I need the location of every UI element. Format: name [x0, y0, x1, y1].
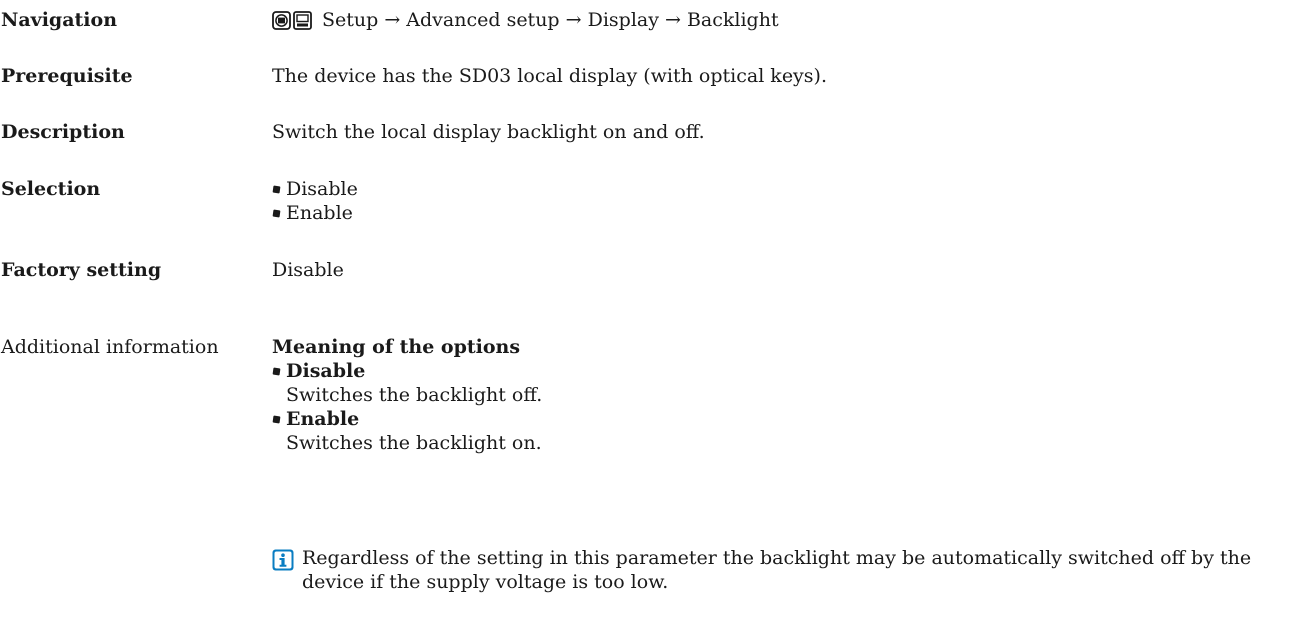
display-operation-icon [272, 11, 291, 30]
additional-information-label: Additional information [1, 336, 219, 358]
option-meaning-item: Disable Switches the backlight off. [272, 359, 542, 407]
factory-setting-value: Disable [272, 259, 344, 281]
factory-setting-label: Factory setting [1, 259, 162, 281]
prerequisite-label: Prerequisite [1, 65, 133, 87]
info-note-text: Regardless of the setting in this parame… [302, 547, 1252, 593]
operating-tool-icon [293, 11, 312, 30]
options-meaning-list: Disable Switches the backlight off. Enab… [272, 359, 542, 455]
navigation-path: Setup → Advanced setup → Display → Backl… [322, 9, 779, 31]
selection-label: Selection [1, 178, 101, 200]
prerequisite-text: The device has the SD03 local display (w… [272, 65, 827, 87]
option-description: Switches the backlight on. [286, 432, 542, 454]
info-icon [272, 549, 294, 571]
navigation-label: Navigation [1, 9, 118, 31]
options-heading: Meaning of the options [272, 336, 521, 358]
option-name: Enable [286, 408, 360, 430]
option-meaning-item: Enable Switches the backlight on. [272, 407, 542, 455]
option-description: Switches the backlight off. [286, 384, 543, 406]
selection-option-enable: Enable [272, 201, 358, 225]
additional-information-content: Meaning of the options Disable Switches … [272, 335, 542, 455]
selection-option-disable: Disable [272, 177, 358, 201]
navigation-value: Setup → Advanced setup → Display → Backl… [272, 8, 779, 32]
selection-options: Disable Enable [272, 177, 358, 225]
info-note: Regardless of the setting in this parame… [272, 546, 1282, 594]
selection-list: Disable Enable [272, 177, 358, 225]
option-name: Disable [286, 360, 366, 382]
description-label: Description [1, 121, 125, 143]
parameter-description-page: Navigation Setup → Advanced setup → Disp… [0, 0, 1296, 619]
description-text: Switch the local display backlight on an… [272, 121, 705, 143]
navigation-icons [272, 11, 312, 31]
